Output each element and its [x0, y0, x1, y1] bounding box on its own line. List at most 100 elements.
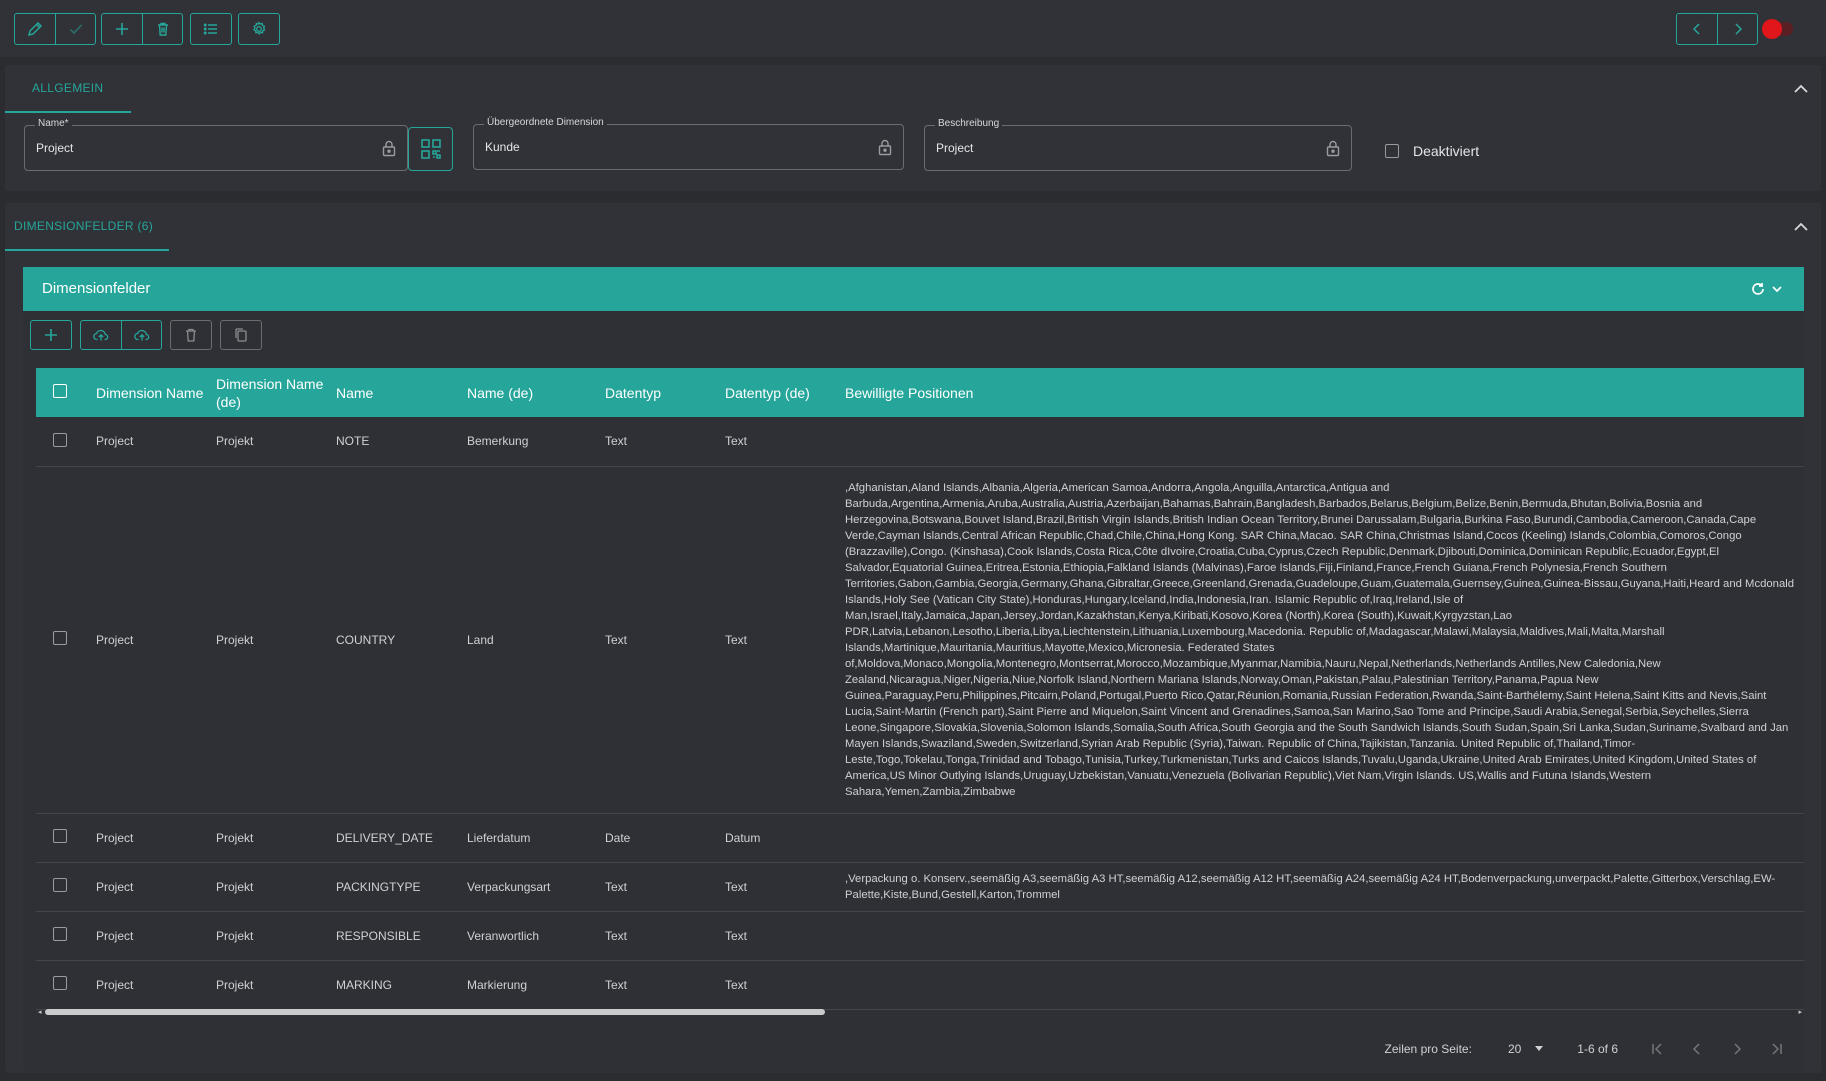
column-header[interactable]: Dimension Name (de) — [210, 368, 330, 417]
table-row[interactable]: Project Projekt PACKINGTYPE Verpackungsa… — [36, 862, 1804, 911]
chevron-up-icon[interactable] — [1791, 217, 1811, 237]
first-page-icon[interactable] — [1650, 1042, 1664, 1056]
deactivated-checkbox[interactable] — [1385, 144, 1399, 158]
cloud-upload-icon — [93, 329, 109, 341]
chevron-left-icon — [1692, 23, 1700, 35]
top-toolbar — [0, 0, 1826, 57]
prev-record-button[interactable] — [1677, 14, 1717, 44]
last-page-icon[interactable] — [1770, 1042, 1784, 1056]
table-copy-group — [220, 320, 262, 350]
column-header[interactable]: Dimension Name — [90, 368, 210, 417]
delete-button[interactable] — [142, 14, 182, 44]
nav-group — [1676, 13, 1758, 45]
next-page-icon[interactable] — [1730, 1042, 1744, 1056]
row-checkbox[interactable] — [53, 976, 67, 990]
settings-group — [238, 13, 280, 45]
parent-dimension-label: Übergeordnete Dimension — [484, 117, 607, 128]
cell-allowed-values: ,Verpackung o. Konserv.,seemäßig A3,seem… — [845, 872, 1776, 901]
parent-dimension-value: Kunde — [485, 140, 520, 154]
prev-page-icon[interactable] — [1690, 1042, 1704, 1056]
parent-dimension-field[interactable]: Übergeordnete Dimension Kunde — [473, 117, 904, 170]
upload-alt-button[interactable] — [121, 321, 161, 349]
gear-icon — [252, 21, 266, 35]
table-toolbar — [30, 320, 262, 350]
tab-general[interactable]: ALLGEMEIN — [5, 65, 132, 113]
plus-icon — [116, 23, 128, 35]
trash-icon — [186, 328, 196, 342]
horizontal-scrollbar[interactable]: ◂ ▸ — [38, 1008, 1802, 1016]
pagination: Zeilen pro Seite: 20 1-6 of 6 — [1385, 1029, 1804, 1069]
cell-type: Text — [605, 879, 628, 894]
list-icon — [203, 23, 217, 35]
cell-type: Text — [605, 632, 628, 647]
description-value: Project — [936, 141, 974, 155]
row-checkbox[interactable] — [53, 927, 67, 941]
table-add-group — [30, 320, 72, 350]
add-button[interactable] — [102, 14, 142, 44]
refresh-icon[interactable] — [1750, 281, 1766, 297]
rows-per-page-select[interactable]: 20 — [1507, 1042, 1544, 1056]
cell-dimension-name-de: Projekt — [216, 879, 254, 894]
page-nav — [1650, 1042, 1784, 1056]
chevron-down-icon[interactable] — [1770, 282, 1784, 296]
column-header[interactable]: Name — [330, 368, 461, 417]
column-header[interactable]: Name (de) — [461, 368, 599, 417]
description-label: Beschreibung — [935, 118, 1003, 129]
table-add-button[interactable] — [31, 321, 71, 349]
cell-name: NOTE — [336, 434, 370, 449]
cell-type: Text — [605, 434, 628, 449]
edit-button[interactable] — [15, 14, 55, 44]
cell-allowed-values — [839, 813, 1804, 862]
qr-code-icon — [420, 139, 441, 159]
cell-name: PACKINGTYPE — [336, 879, 421, 894]
cell-type-de: Text — [725, 879, 748, 894]
cell-allowed-values: ,Afghanistan,Aland Islands,Albania,Alger… — [845, 481, 1795, 798]
tab-dimension-fields[interactable]: DIMENSIONFELDER (6) — [5, 203, 170, 251]
column-header[interactable]: Datentyp — [599, 368, 719, 417]
edit-group — [14, 13, 96, 45]
row-checkbox[interactable] — [53, 878, 67, 892]
column-header[interactable]: Bewilligte Positionen — [839, 368, 1804, 417]
chevron-up-icon[interactable] — [1791, 79, 1811, 99]
cell-allowed-values — [839, 960, 1804, 1009]
qr-code-button[interactable] — [408, 127, 453, 171]
list-button[interactable] — [191, 14, 231, 44]
row-checkbox[interactable] — [53, 432, 67, 447]
cell-name-de: Veranwortlich — [467, 928, 540, 943]
row-checkbox[interactable] — [53, 631, 67, 645]
table-row[interactable]: Project Projekt MARKING Markierung Text … — [36, 960, 1804, 1009]
copy-button[interactable] — [221, 321, 261, 349]
rows-per-page-value: 20 — [1507, 1042, 1522, 1056]
cell-name-de: Land — [467, 632, 494, 647]
table-row[interactable]: Project Projekt COUNTRY Land Text Text ,… — [36, 466, 1804, 813]
status-toggle[interactable] — [1762, 19, 1793, 39]
cell-type: Text — [605, 977, 628, 992]
dimension-fields-table-area: Dimension Name Dimension Name (de) Name … — [23, 311, 1804, 1071]
deactivated-option: Deaktiviert — [1385, 143, 1479, 159]
cloud-upload-icon — [133, 329, 149, 341]
lock-icon — [1326, 140, 1340, 157]
dimension-fields-header: Dimensionfelder — [23, 267, 1804, 311]
select-all-checkbox[interactable] — [53, 383, 67, 398]
scroll-right-arrow-icon[interactable]: ▸ — [1798, 1008, 1802, 1016]
next-record-button[interactable] — [1717, 14, 1757, 44]
row-checkbox[interactable] — [53, 829, 67, 843]
scroll-left-arrow-icon[interactable]: ◂ — [38, 1008, 42, 1016]
caret-down-icon — [1535, 1046, 1544, 1051]
table-row[interactable]: Project Projekt DELIVERY_DATE Lieferdatu… — [36, 813, 1804, 862]
settings-button[interactable] — [239, 14, 279, 44]
cell-dimension-name: Project — [96, 434, 134, 449]
copy-icon — [235, 328, 247, 342]
column-header[interactable]: Datentyp (de) — [719, 368, 839, 417]
upload-button[interactable] — [81, 321, 121, 349]
cell-allowed-values — [839, 911, 1804, 960]
scrollbar-thumb[interactable] — [45, 1009, 825, 1015]
confirm-button[interactable] — [55, 14, 95, 44]
description-field[interactable]: Beschreibung Project — [924, 118, 1352, 171]
table-row[interactable]: Project Projekt NOTE Bemerkung Text Text — [36, 417, 1804, 466]
table-delete-button[interactable] — [171, 321, 211, 349]
table-row[interactable]: Project Projekt RESPONSIBLE Veranwortlic… — [36, 911, 1804, 960]
cell-name-de: Lieferdatum — [467, 830, 531, 845]
name-field[interactable]: Name* Project — [24, 118, 408, 171]
dimension-fields-title: Dimensionfelder — [42, 280, 151, 297]
